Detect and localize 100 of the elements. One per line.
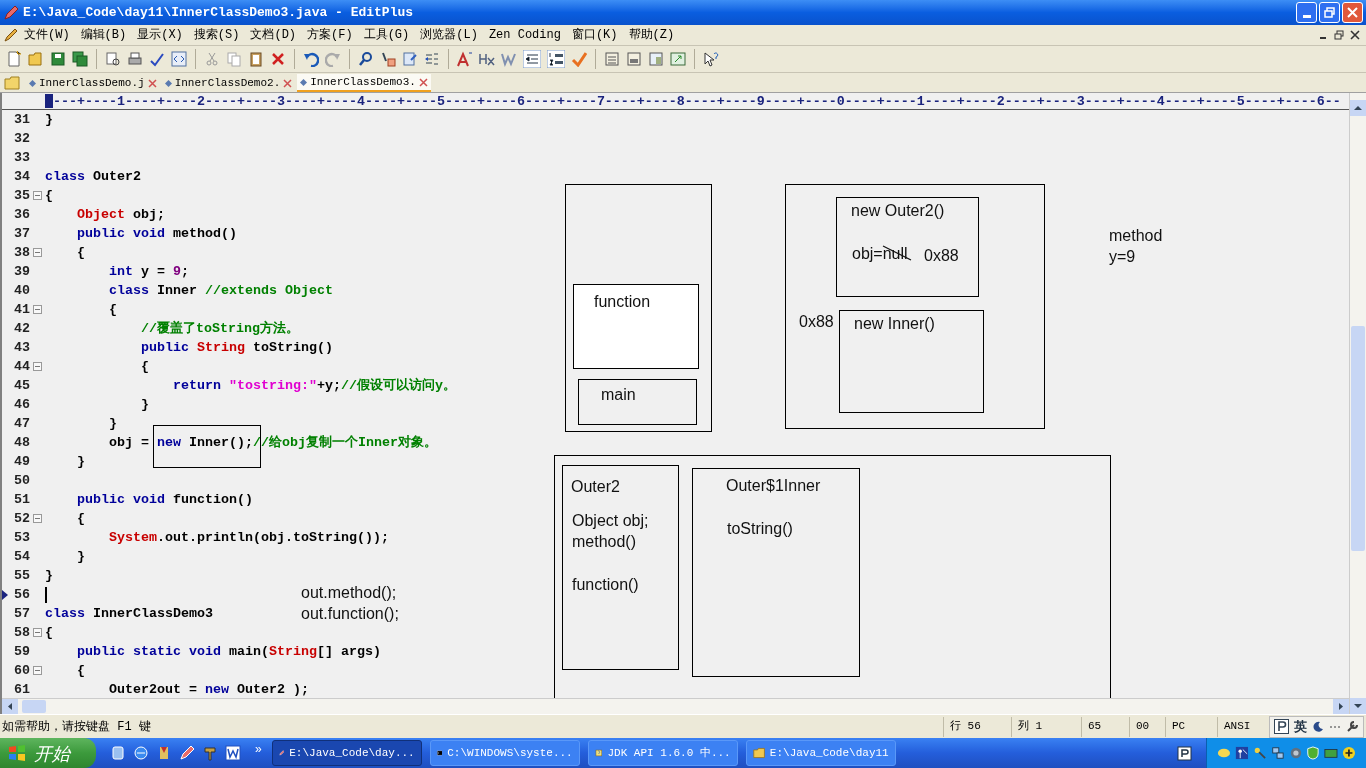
start-button[interactable]: 开始 (0, 738, 96, 768)
desktop-icon[interactable] (110, 745, 126, 761)
browser-window-icon[interactable] (670, 51, 686, 67)
speaker-icon[interactable] (1288, 745, 1303, 761)
network-icon[interactable] (1270, 745, 1285, 761)
collapse-icon[interactable] (33, 514, 42, 523)
scroll-right-button[interactable] (1333, 699, 1349, 714)
ime-mode[interactable]: 英 (1294, 716, 1307, 737)
undo-icon[interactable] (303, 51, 319, 67)
restore-button[interactable] (1319, 2, 1340, 23)
code-line: Outer2out = new Outer2 ); (108, 680, 309, 698)
line-number: 41 (13, 300, 30, 319)
menu-item[interactable]: 工具(G) (363, 26, 410, 44)
line-number: 58 (13, 623, 30, 642)
handwritten-note: 0x88 (924, 246, 959, 266)
menu-item[interactable]: 浏览器(L) (420, 26, 478, 44)
save-all-icon[interactable] (72, 51, 88, 67)
restore-icon[interactable] (1334, 30, 1344, 40)
help-pointer-icon[interactable] (703, 51, 719, 67)
font-size-icon[interactable] (457, 51, 473, 67)
collapse-icon[interactable] (33, 362, 42, 371)
quick-launch-more[interactable]: » (255, 740, 262, 758)
code-tag-icon[interactable] (171, 51, 187, 67)
collapse-icon[interactable] (33, 666, 42, 675)
window-title: E:\Java_Code\day11\InnerClassDemo3.java - EditPlus (23, 3, 414, 22)
clipboard-icon[interactable] (248, 51, 264, 67)
menu-item[interactable]: 搜索(S) (193, 26, 240, 44)
line-number: 60 (13, 661, 30, 680)
open-folder-icon[interactable] (28, 51, 44, 67)
goto-line-icon[interactable] (424, 51, 440, 67)
save-icon[interactable] (50, 51, 66, 67)
line-number: 49 (13, 452, 30, 471)
delete-icon[interactable] (270, 51, 286, 67)
taskbar-button[interactable]: C:\WINDOWS\syste... (429, 740, 580, 766)
collapse-icon[interactable] (33, 305, 42, 314)
collapse-icon[interactable] (33, 628, 42, 637)
status-cell: 行 56 (943, 716, 1011, 737)
indent-icon[interactable] (523, 50, 541, 68)
status-cell: 65 (1081, 716, 1129, 737)
collapse-icon[interactable] (33, 191, 42, 200)
menu-item[interactable]: 显示(X) (137, 26, 183, 44)
status-hint: 如需帮助，请按键盘 F1 键 (2, 718, 152, 736)
close-button[interactable] (1342, 2, 1363, 23)
tool-icon[interactable] (202, 745, 218, 761)
line-number: 32 (13, 129, 30, 148)
line-number: 50 (13, 471, 30, 490)
shield-icon[interactable] (1306, 745, 1321, 761)
document-list-icon[interactable] (604, 51, 620, 67)
find-in-files-icon[interactable] (402, 51, 418, 67)
presenter-icon[interactable] (1234, 745, 1249, 761)
menu-item[interactable]: Zen Coding (488, 26, 561, 44)
new-file-icon[interactable] (6, 51, 22, 67)
scroll-left-button[interactable] (2, 699, 18, 714)
taskbar-button[interactable]: E:\Java_Code\day11 (745, 740, 896, 766)
minimize-button[interactable] (1296, 2, 1317, 23)
dots-icon[interactable] (1329, 724, 1341, 729)
wrench-icon[interactable] (1346, 720, 1359, 733)
checkmark-icon[interactable] (571, 51, 587, 67)
line-number: 52 (13, 509, 30, 528)
word-document-icon[interactable] (225, 745, 241, 761)
taskbar-button[interactable]: E:\Java_Code\day... (271, 740, 422, 766)
plus-icon[interactable] (1342, 745, 1356, 761)
menu-item[interactable]: 文档(D) (250, 26, 297, 44)
pencil-icon[interactable] (179, 745, 195, 761)
line-number: 37 (13, 224, 30, 243)
menu-item[interactable]: 编辑(B) (80, 26, 127, 44)
status-cell: 00 (1129, 716, 1165, 737)
scroll-down-button[interactable] (1350, 698, 1366, 714)
file-tab[interactable]: InnerClassDemo3. (297, 74, 431, 92)
print-icon[interactable] (127, 51, 143, 67)
taskbar-button[interactable]: JDK API 1.6.0 中... (587, 740, 738, 766)
spellcheck-icon[interactable] (149, 51, 165, 67)
print-preview-icon[interactable] (105, 51, 121, 67)
line-number: 36 (13, 205, 30, 224)
browser-icon[interactable] (133, 745, 149, 761)
menu-item[interactable]: 帮助(Z) (628, 26, 675, 44)
code-line: class Outer2 (45, 167, 141, 186)
replace-icon[interactable] (380, 51, 396, 67)
collapse-icon[interactable] (33, 248, 42, 257)
hex-icon[interactable] (479, 51, 495, 67)
menu-item[interactable]: 方案(F) (307, 26, 353, 44)
folder-icon (752, 745, 765, 761)
line-number: 42 (13, 319, 30, 338)
folder-icon[interactable] (4, 76, 20, 90)
close-icon[interactable] (1350, 30, 1360, 40)
search-icon[interactable] (358, 51, 374, 67)
ime-logo-icon[interactable] (1274, 719, 1289, 734)
word-wrap-icon[interactable] (501, 51, 517, 67)
moon-icon[interactable] (1312, 720, 1324, 733)
scroll-thumb[interactable] (22, 700, 46, 713)
menu-item[interactable]: 文件(W) (24, 26, 70, 44)
ime-tray-icon[interactable] (1177, 745, 1192, 761)
line-numbers-icon[interactable] (547, 50, 565, 68)
cliptext-icon[interactable] (648, 51, 664, 67)
menu-item[interactable]: 窗口(K) (571, 26, 618, 44)
scroll-thumb[interactable] (1351, 326, 1365, 551)
output-window-icon[interactable] (626, 51, 642, 67)
scroll-up-button[interactable] (1350, 100, 1366, 116)
key-icon[interactable] (1252, 745, 1267, 761)
pencil-icon (4, 28, 18, 42)
